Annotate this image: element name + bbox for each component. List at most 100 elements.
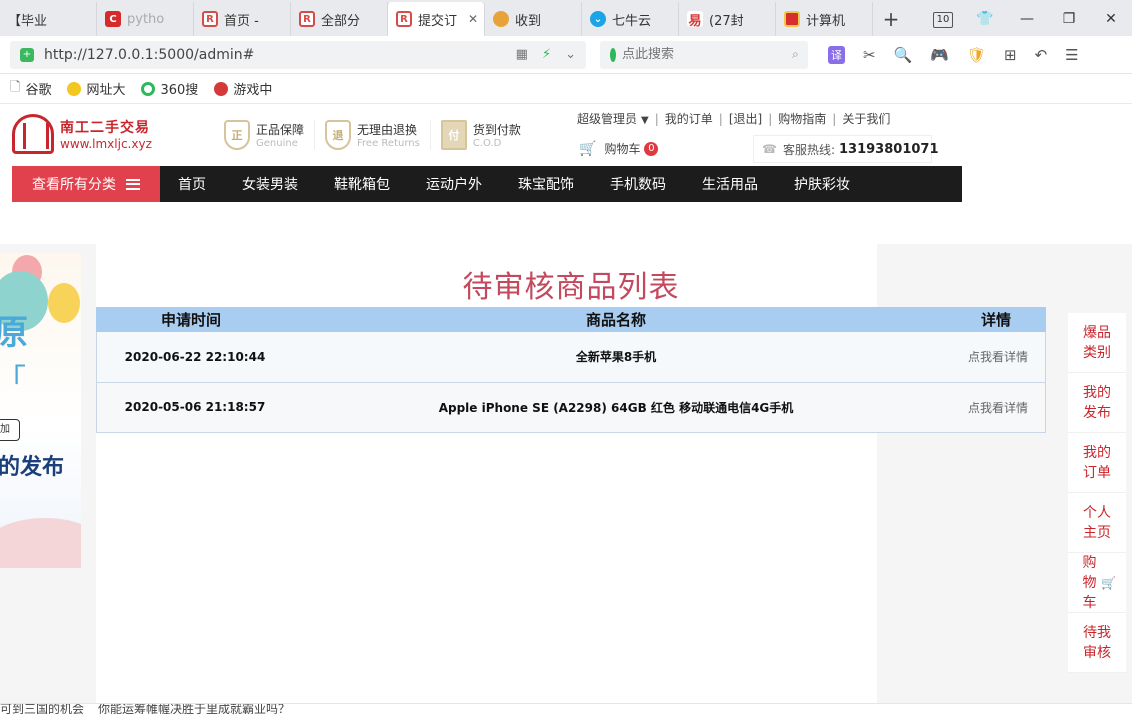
nav-shoes-bags[interactable]: 鞋靴箱包 (316, 166, 408, 202)
nav-clothing[interactable]: 女装男装 (224, 166, 316, 202)
guarantee-sub: C.O.D (472, 138, 502, 149)
shopping-guide-link[interactable]: 购物指南 (778, 110, 826, 127)
tab-label: 全部分 (321, 13, 361, 29)
browser-tab-2[interactable]: Cpytho (97, 2, 194, 36)
chevron-down-icon[interactable]: ⌄ (565, 47, 576, 62)
360-search-icon (610, 47, 616, 62)
browser-tab-4[interactable]: R 全部分 (291, 2, 388, 36)
site-logo[interactable]: 南工二手交易 www.lmxljc.xyz (12, 114, 152, 154)
bookmark-hao[interactable]: 网址大 (67, 79, 125, 98)
status-news-2[interactable]: 你能运筹帷幄决胜于里成就霸业吗？ (98, 704, 290, 714)
about-us-link[interactable]: 关于我们 (842, 110, 890, 127)
bookmark-360[interactable]: 360搜 (141, 79, 198, 98)
guarantee-list: 正 正品保障 Genuine 退 无理由退换 Free Returns 付 货到付款… (224, 120, 541, 150)
divider: | (832, 111, 837, 126)
browser-tab-5-active[interactable]: R 提交订 ✕ (388, 2, 485, 36)
search-icon[interactable]: 🔍 (894, 46, 913, 64)
browser-tab-7[interactable]: ⌄ 七牛云 (582, 2, 679, 36)
browser-status-bar: 可到三国的机会 你能运筹帷幄决胜于里成就霸业吗？ (0, 703, 1132, 714)
shirt-icon[interactable]: 👕 (964, 11, 1006, 27)
browser-tab-1[interactable]: 【毕业 (0, 2, 97, 36)
header-cart[interactable]: 🛒 购物车 0 (579, 140, 659, 157)
nav-daily[interactable]: 生活用品 (684, 166, 776, 202)
list-icon (126, 178, 140, 190)
magnifier-icon[interactable]: ⌕ (792, 47, 799, 62)
logout-link[interactable]: [退出] (729, 110, 762, 127)
bookmark-label: 360搜 (160, 83, 199, 98)
my-orders-link[interactable]: 我的订单 (665, 110, 713, 127)
apps-grid-icon[interactable]: ⊞ (1004, 46, 1017, 64)
guarantee-cod: 付 货到付款 C.O.D (440, 120, 531, 150)
address-bar: + http://127.0.0.1:5000/admin# ▦ ⚡ ⌄ ⌕ 译… (0, 36, 1132, 74)
bookmark-game[interactable]: 游戏中 (214, 79, 272, 98)
all-categories-button[interactable]: 查看所有分类 (12, 166, 160, 202)
guarantee-returns: 退 无理由退换 Free Returns (325, 120, 431, 150)
goods-name-cell: Apple iPhone SE (A2298) 64GB 红色 移动联通电信4G… (438, 400, 794, 415)
side-pending-review[interactable]: 待我审核 (1068, 613, 1126, 673)
tab-favicon-icon: ⌄ (590, 11, 606, 27)
undo-icon[interactable]: ↶ (1035, 46, 1048, 64)
guarantee-text: 货到付款 C.O.D (473, 121, 521, 149)
url-icons: ▦ ⚡ ⌄ (516, 47, 576, 62)
nav-sports[interactable]: 运动户外 (408, 166, 500, 202)
tab-count-button[interactable]: 10 (922, 10, 964, 28)
lightning-icon[interactable]: ⚡ (542, 47, 551, 62)
new-tab-button[interactable]: + (873, 2, 909, 36)
restore-icon[interactable]: ❐ (1048, 11, 1090, 27)
translate-icon[interactable]: 译 (828, 45, 845, 64)
menu-icon[interactable]: ☰ (1065, 46, 1078, 64)
tab-favicon-icon: C (105, 11, 121, 27)
divider: | (768, 111, 773, 126)
tab-label: 计算机 (806, 13, 846, 29)
phone-icon: ☎ (762, 142, 777, 156)
guarantee-sub: Genuine (256, 138, 298, 149)
user-menu[interactable]: 超级管理员 ▼ (577, 110, 649, 127)
browser-tab-9[interactable]: 计算机 (776, 2, 873, 36)
ad-wave-decoration (0, 518, 81, 568)
browser-tab-8[interactable]: 易 (27封 (679, 2, 776, 36)
side-profile[interactable]: 个人主页 (1068, 493, 1126, 553)
tab-count: 10 (933, 12, 953, 28)
browser-tab-3[interactable]: R 首页 - (194, 2, 291, 36)
side-hot-categories[interactable]: 爆品类别 (1068, 313, 1126, 373)
nav-digital[interactable]: 手机数码 (592, 166, 684, 202)
nav-home[interactable]: 首页 (160, 166, 224, 202)
qr-code-icon[interactable]: ▦ (516, 47, 528, 62)
view-detail-link[interactable]: 点我看详情 (946, 332, 1046, 382)
secure-shield-icon: + (20, 47, 34, 62)
tab-close-icon[interactable]: ✕ (468, 12, 478, 26)
gift-icon: 付 (440, 120, 467, 150)
minimize-icon[interactable]: — (1006, 11, 1048, 27)
left-ad-banner[interactable]: 原 「 加 的发布 (0, 253, 81, 568)
close-window-icon[interactable]: ✕ (1090, 11, 1132, 27)
apply-time-cell: 2020-06-22 22:10:44 (124, 349, 266, 364)
side-my-posts[interactable]: 我的发布 (1068, 373, 1126, 433)
table-row: 2020-05-06 21:18:57 Apple iPhone SE (A22… (96, 382, 1046, 432)
status-news-1[interactable]: 可到三国的机会 (0, 704, 84, 714)
browser-search-box[interactable]: ⌕ (600, 40, 808, 69)
column-apply-time: 申请时间 (160, 311, 221, 329)
side-cart[interactable]: 购物车 🛒 (1068, 553, 1126, 613)
gamepad-icon[interactable]: 🎮 (930, 46, 949, 64)
page-icon: 🗋 (10, 79, 21, 95)
page-title: 待审核商品列表 (462, 270, 680, 305)
view-detail-link[interactable]: 点我看详情 (946, 382, 1046, 432)
browser-search-input[interactable] (622, 47, 792, 62)
ad-headline: 原 (0, 313, 28, 353)
nav-jewelry[interactable]: 珠宝配饰 (500, 166, 592, 202)
bookmark-label: 网址大 (86, 83, 126, 98)
bookmark-google[interactable]: 🗋 谷歌 (10, 78, 51, 100)
browser-tab-6[interactable]: 收到 (485, 2, 582, 36)
tab-label: (27封 (709, 13, 744, 29)
guarantee-text: 无理由退换 Free Returns (357, 121, 420, 149)
nav-cosmetics[interactable]: 护肤彩妆 (776, 166, 868, 202)
scissors-icon[interactable]: ✂ (863, 46, 876, 64)
side-my-orders[interactable]: 我的订单 (1068, 433, 1126, 493)
logo-domain: www.lmxljc.xyz (60, 137, 152, 151)
url-box[interactable]: + http://127.0.0.1:5000/admin# ▦ ⚡ ⌄ (10, 40, 586, 69)
url-text[interactable]: http://127.0.0.1:5000/admin# (44, 47, 516, 63)
tab-label: 首页 - (224, 13, 259, 29)
column-detail: 详情 (980, 311, 1011, 329)
ad-headline-2: 「 (0, 355, 26, 399)
coupon-icon[interactable]: 🛡 (967, 46, 986, 64)
